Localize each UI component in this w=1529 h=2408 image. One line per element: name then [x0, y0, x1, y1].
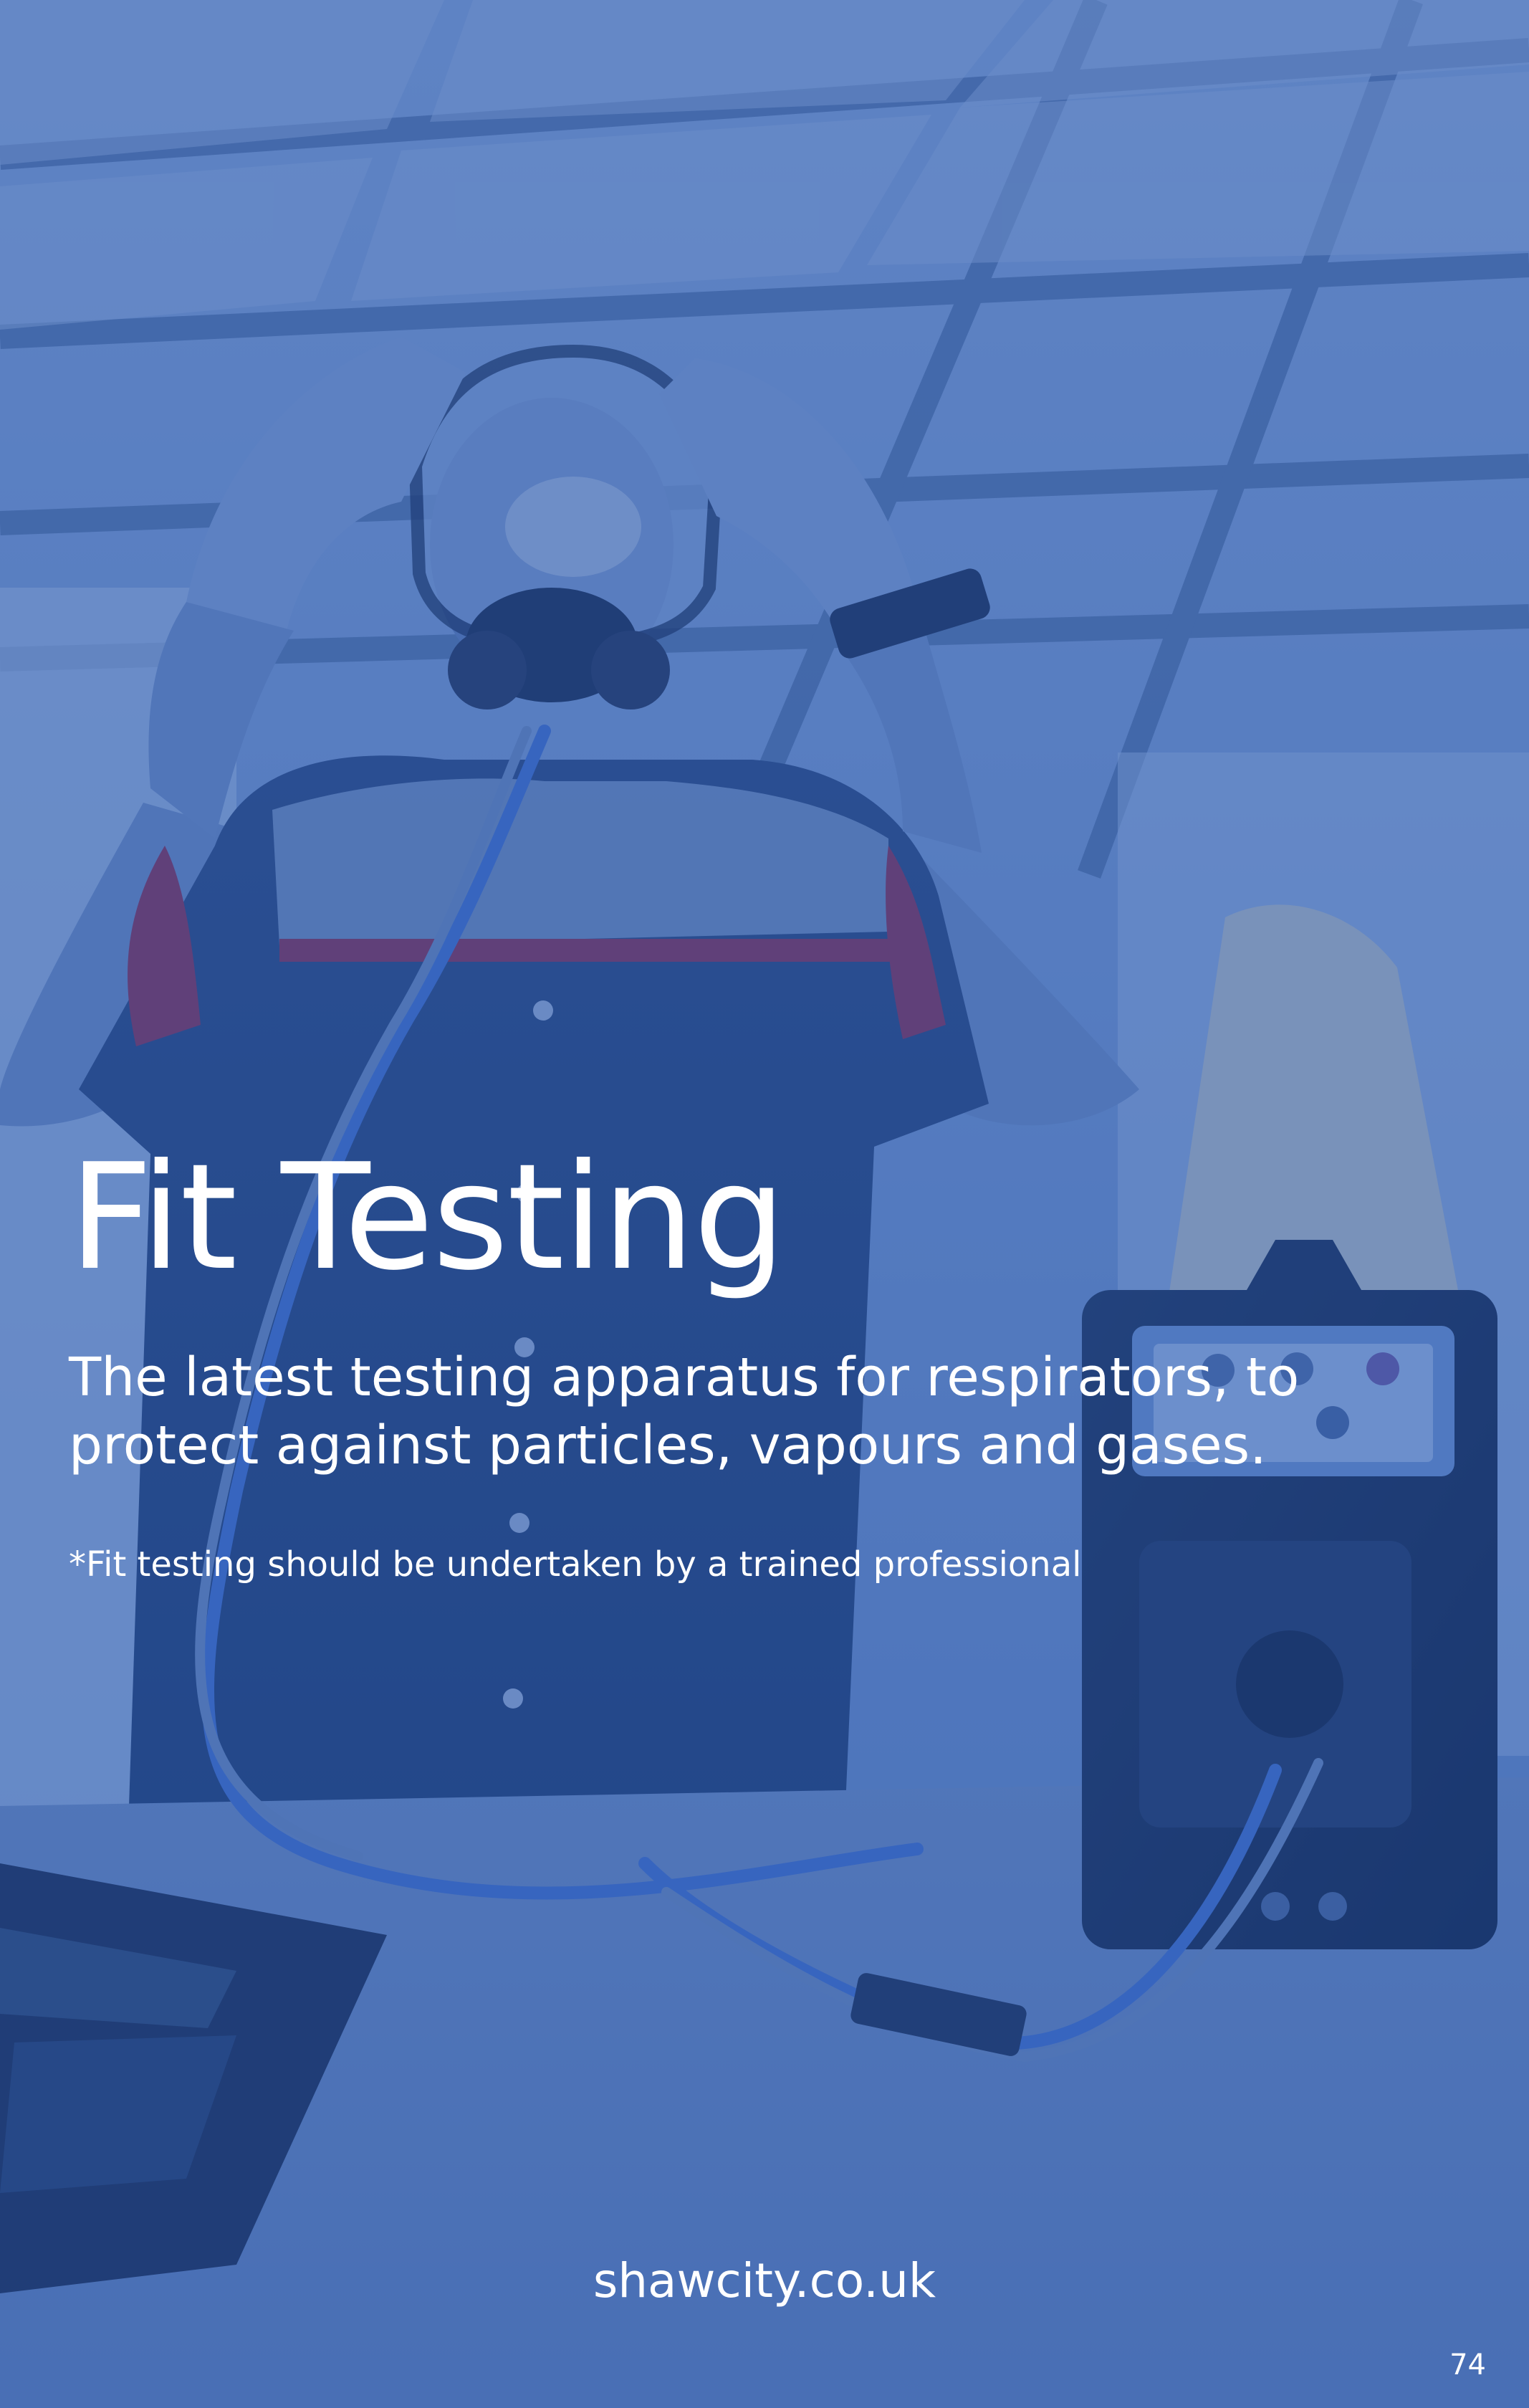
disclaimer-note: *Fit testing should be undertaken by a t…	[69, 1544, 1082, 1585]
page-number: 74	[1449, 2349, 1486, 2381]
website-link[interactable]: shawcity.co.uk	[0, 2258, 1529, 2305]
page-title: Fit Testing	[69, 1133, 786, 1303]
page-subtitle: The latest testing apparatus for respira…	[69, 1347, 1300, 1476]
